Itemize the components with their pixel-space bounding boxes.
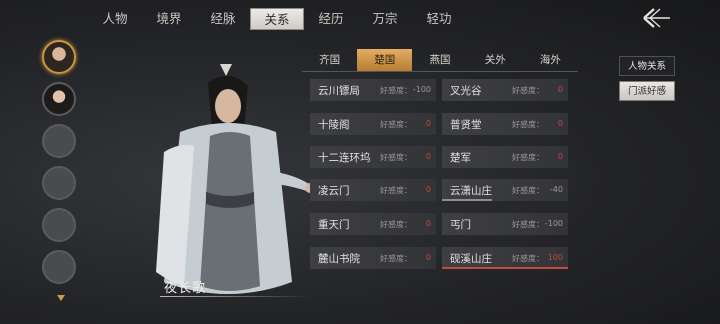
region-tab-guanwai[interactable]: 关外: [468, 49, 523, 71]
favor-label: 好感度：: [512, 120, 544, 129]
region-tabs: 齐国 楚国 燕国 关外 海外: [302, 49, 578, 72]
tab-sects[interactable]: 万宗: [358, 8, 412, 30]
tab-relations[interactable]: 关系: [250, 8, 304, 30]
faction-name: 云川镖局: [318, 85, 360, 97]
favor-value: -40: [549, 185, 563, 194]
faction-name: 十陵阁: [318, 119, 350, 131]
tab-experience[interactable]: 经历: [304, 8, 358, 30]
avatar-slot-empty[interactable]: [42, 124, 76, 158]
favor-label: 好感度：: [380, 86, 412, 95]
region-tab-chu[interactable]: 楚国: [357, 49, 413, 71]
name-underline: [160, 296, 310, 297]
top-nav: 人物 境界 经脉 关系 经历 万宗 轻功: [88, 8, 466, 30]
avatar-slot-empty[interactable]: [42, 166, 76, 200]
favor-label: 好感度：: [512, 186, 544, 195]
favor-value: 100: [547, 253, 563, 262]
favor-value: 0: [425, 253, 431, 262]
favor-bar: [442, 267, 568, 269]
favor-label: 好感度：: [380, 254, 412, 263]
avatar-slot-empty[interactable]: [42, 250, 76, 284]
relations-screen: 人物 境界 经脉 关系 经历 万宗 轻功 夜长歌 齐国 楚国 燕国 关外 海外 …: [0, 0, 720, 324]
faction-name: 楚军: [450, 152, 471, 164]
favor-label: 好感度：: [512, 254, 544, 263]
favor-label: 好感度：: [512, 153, 544, 162]
faction-name: 叉光谷: [450, 85, 482, 97]
tab-realm[interactable]: 境界: [142, 8, 196, 30]
relation-type-buttons: 人物关系 门派好感: [619, 56, 675, 106]
avatar-female[interactable]: [42, 82, 76, 116]
faction-card[interactable]: 麓山书院 好感度： 0: [310, 247, 436, 269]
faction-card[interactable]: 云潇山庄 好感度： -40: [442, 179, 568, 201]
faction-card[interactable]: 叉光谷 好感度： 0: [442, 79, 568, 101]
favor-value: 0: [557, 152, 563, 161]
favor-value: 0: [557, 85, 563, 94]
character-name: 夜长歌: [164, 281, 207, 296]
chevron-down-icon[interactable]: [56, 294, 66, 302]
faction-name: 云潇山庄: [450, 185, 492, 197]
region-tab-qi[interactable]: 齐国: [302, 49, 357, 71]
avatar-slot-empty[interactable]: [42, 208, 76, 242]
region-tab-yan[interactable]: 燕国: [412, 49, 467, 71]
faction-card[interactable]: 重天门 好感度： 0: [310, 213, 436, 235]
favor-value: -100: [544, 219, 563, 228]
faction-card[interactable]: 凌云门 好感度： 0: [310, 179, 436, 201]
faction-card[interactable]: 楚军 好感度： 0: [442, 146, 568, 168]
favor-value: 0: [425, 152, 431, 161]
faction-card[interactable]: 普贤堂 好感度： 0: [442, 113, 568, 135]
faction-name: 普贤堂: [450, 119, 482, 131]
faction-name: 十二连环坞: [318, 152, 371, 164]
faction-card[interactable]: 砚溪山庄 好感度： 100: [442, 247, 568, 269]
favor-value: 0: [425, 185, 431, 194]
favor-value: 0: [425, 119, 431, 128]
character-portrait: [156, 64, 315, 294]
faction-name: 砚溪山庄: [450, 253, 492, 265]
favor-label: 好感度：: [512, 220, 544, 229]
avatar-list: [42, 40, 80, 292]
faction-name: 重天门: [318, 219, 350, 231]
favor-label: 好感度：: [380, 153, 412, 162]
character-relations-button[interactable]: 人物关系: [619, 56, 675, 76]
faction-name: 麓山书院: [318, 253, 360, 265]
tab-character[interactable]: 人物: [88, 8, 142, 30]
faction-name: 丐门: [450, 219, 471, 231]
back-arrow-icon[interactable]: [640, 6, 672, 30]
favor-value: 0: [425, 219, 431, 228]
faction-card[interactable]: 十陵阁 好感度： 0: [310, 113, 436, 135]
faction-name: 凌云门: [318, 185, 350, 197]
favor-label: 好感度：: [380, 220, 412, 229]
avatar-male[interactable]: [42, 40, 76, 74]
faction-card[interactable]: 十二连环坞 好感度： 0: [310, 146, 436, 168]
faction-card[interactable]: 云川镖局 好感度： -100: [310, 79, 436, 101]
region-tab-haiwai[interactable]: 海外: [523, 49, 578, 71]
faction-card[interactable]: 丐门 好感度： -100: [442, 213, 568, 235]
favor-label: 好感度：: [380, 186, 412, 195]
favor-label: 好感度：: [380, 120, 412, 129]
sect-favor-button[interactable]: 门派好感: [619, 81, 675, 101]
favor-bar: [442, 199, 493, 201]
tab-lightness-skill[interactable]: 轻功: [412, 8, 466, 30]
favor-value: 0: [557, 119, 563, 128]
favor-label: 好感度：: [512, 86, 544, 95]
tab-meridians[interactable]: 经脉: [196, 8, 250, 30]
favor-value: -100: [412, 85, 431, 94]
